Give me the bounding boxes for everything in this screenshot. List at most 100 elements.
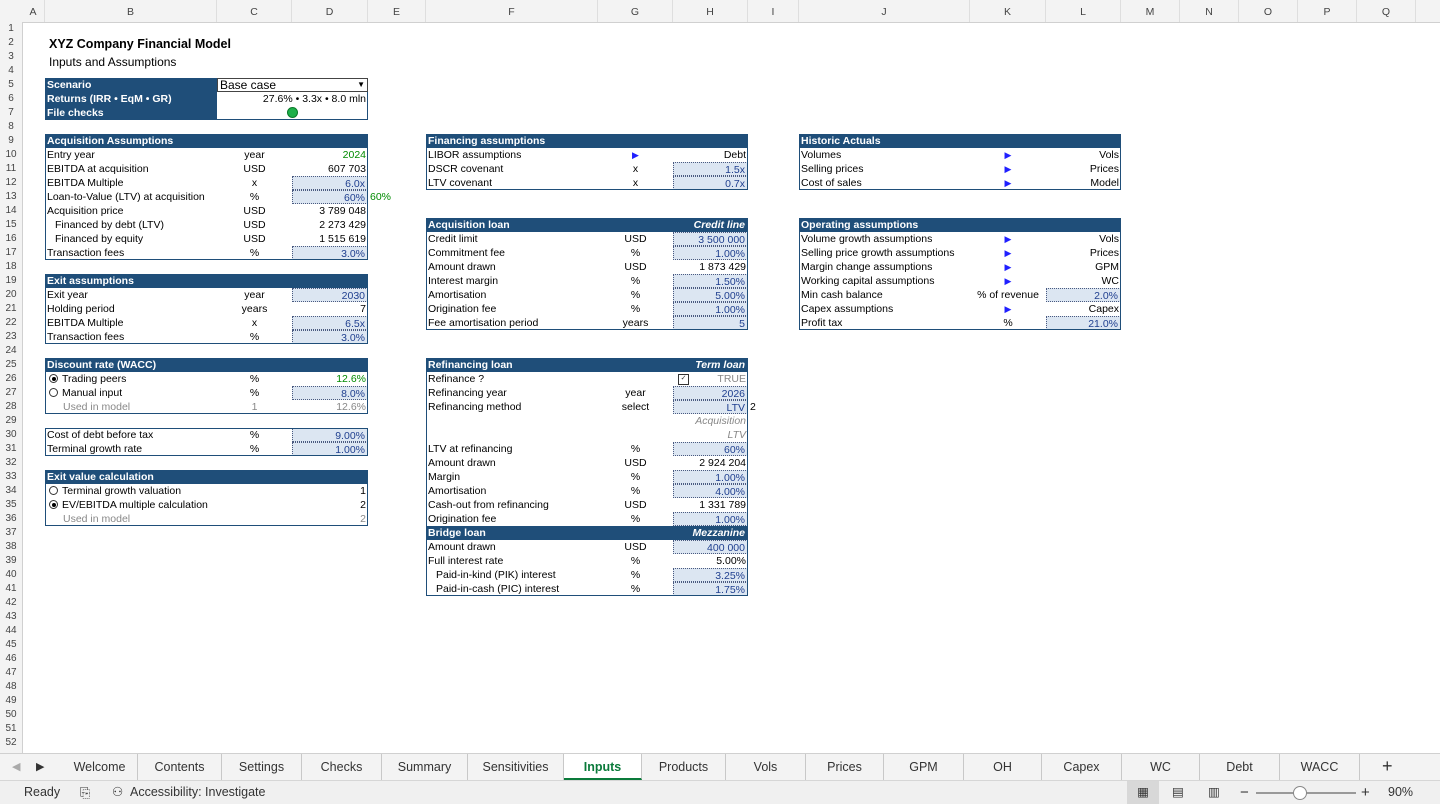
column-header-b[interactable]: B: [45, 0, 217, 22]
column-header-a[interactable]: A: [22, 0, 45, 22]
sheet-tab-settings[interactable]: Settings: [222, 754, 302, 780]
column-header-f[interactable]: F: [426, 0, 598, 22]
column-header-n[interactable]: N: [1180, 0, 1239, 22]
row-header-10[interactable]: 10: [0, 148, 22, 162]
column-header-o[interactable]: O: [1239, 0, 1298, 22]
column-header-p[interactable]: P: [1298, 0, 1357, 22]
sheet-tab-wacc[interactable]: WACC: [1280, 754, 1360, 780]
row-header-25[interactable]: 25: [0, 358, 22, 372]
row-header-1[interactable]: 1: [0, 22, 22, 36]
zoom-in-icon[interactable]: +: [1361, 781, 1370, 804]
row-header-16[interactable]: 16: [0, 232, 22, 246]
row-header-46[interactable]: 46: [0, 652, 22, 666]
file-checks-value[interactable]: [217, 106, 368, 120]
row-header-5[interactable]: 5: [0, 78, 22, 92]
row-header-33[interactable]: 33: [0, 470, 22, 484]
sheet-tab-contents[interactable]: Contents: [138, 754, 222, 780]
column-header-c[interactable]: C: [217, 0, 292, 22]
scroll-left-icon[interactable]: ◀: [12, 760, 20, 773]
row-header-4[interactable]: 4: [0, 64, 22, 78]
accessibility-status[interactable]: Accessibility: Investigate: [130, 781, 265, 804]
zoom-slider-thumb[interactable]: [1293, 786, 1307, 800]
row-header-52[interactable]: 52: [0, 736, 22, 750]
sheet-tab-capex[interactable]: Capex: [1042, 754, 1122, 780]
normal-view-icon[interactable]: ▦: [1127, 781, 1159, 804]
column-header-q[interactable]: Q: [1357, 0, 1416, 22]
column-header-i[interactable]: I: [748, 0, 799, 22]
add-sheet-icon[interactable]: +: [1382, 756, 1393, 777]
row-header-36[interactable]: 36: [0, 512, 22, 526]
row-header-15[interactable]: 15: [0, 218, 22, 232]
row-header-29[interactable]: 29: [0, 414, 22, 428]
row-header-17[interactable]: 17: [0, 246, 22, 260]
row-header-42[interactable]: 42: [0, 596, 22, 610]
row-header-9[interactable]: 9: [0, 134, 22, 148]
sheet-tab-prices[interactable]: Prices: [806, 754, 884, 780]
column-header-l[interactable]: L: [1046, 0, 1121, 22]
row-header-18[interactable]: 18: [0, 260, 22, 274]
sheet-tab-gpm[interactable]: GPM: [884, 754, 964, 780]
page-break-icon[interactable]: ▥: [1208, 781, 1220, 804]
row-header-20[interactable]: 20: [0, 288, 22, 302]
scroll-right-icon[interactable]: ▶: [36, 760, 44, 773]
row-header-38[interactable]: 38: [0, 540, 22, 554]
sheet-tab-summary[interactable]: Summary: [382, 754, 468, 780]
row-header-2[interactable]: 2: [0, 36, 22, 50]
column-header-d[interactable]: D: [292, 0, 368, 22]
row-header-31[interactable]: 31: [0, 442, 22, 456]
sheet-tab-sensitivities[interactable]: Sensitivities: [468, 754, 564, 780]
sheet-tab-vols[interactable]: Vols: [726, 754, 806, 780]
row-header-12[interactable]: 12: [0, 176, 22, 190]
sheet-tab-checks[interactable]: Checks: [302, 754, 382, 780]
row-header-26[interactable]: 26: [0, 372, 22, 386]
row-header-24[interactable]: 24: [0, 344, 22, 358]
zoom-level[interactable]: 90%: [1388, 781, 1413, 804]
row-header-45[interactable]: 45: [0, 638, 22, 652]
row-header-8[interactable]: 8: [0, 120, 22, 134]
row-header-3[interactable]: 3: [0, 50, 22, 64]
accessibility-icon[interactable]: ⚇: [112, 781, 123, 804]
sheet-tab-inputs[interactable]: Inputs: [564, 754, 642, 780]
row-header-30[interactable]: 30: [0, 428, 22, 442]
row-header-22[interactable]: 22: [0, 316, 22, 330]
zoom-out-icon[interactable]: −: [1240, 781, 1249, 804]
row-header-50[interactable]: 50: [0, 708, 22, 722]
row-header-41[interactable]: 41: [0, 582, 22, 596]
row-header-11[interactable]: 11: [0, 162, 22, 176]
sheet-tab-wc[interactable]: WC: [1122, 754, 1200, 780]
row-header-34[interactable]: 34: [0, 484, 22, 498]
row-header-43[interactable]: 43: [0, 610, 22, 624]
row-header-37[interactable]: 37: [0, 526, 22, 540]
row-header-39[interactable]: 39: [0, 554, 22, 568]
page-layout-icon[interactable]: ▤: [1172, 781, 1184, 804]
row-header-21[interactable]: 21: [0, 302, 22, 316]
row-header-44[interactable]: 44: [0, 624, 22, 638]
sheet-tab-oh[interactable]: OH: [964, 754, 1042, 780]
row-header-51[interactable]: 51: [0, 722, 22, 736]
row-header-48[interactable]: 48: [0, 680, 22, 694]
scenario-dropdown[interactable]: Base case ▼: [217, 78, 368, 92]
row-header-28[interactable]: 28: [0, 400, 22, 414]
row-header-19[interactable]: 19: [0, 274, 22, 288]
row-header-47[interactable]: 47: [0, 666, 22, 680]
column-header-k[interactable]: K: [970, 0, 1046, 22]
row-header-6[interactable]: 6: [0, 92, 22, 106]
row-header-14[interactable]: 14: [0, 204, 22, 218]
row-header-32[interactable]: 32: [0, 456, 22, 470]
sheet-tab-welcome[interactable]: Welcome: [62, 754, 138, 780]
column-header-j[interactable]: J: [799, 0, 970, 22]
sheet-tab-debt[interactable]: Debt: [1200, 754, 1280, 780]
column-header-e[interactable]: E: [368, 0, 426, 22]
returns-value[interactable]: 27.6% • 3.3x • 8.0 mln: [217, 92, 368, 106]
chevron-down-icon[interactable]: ▼: [357, 79, 365, 91]
row-header-23[interactable]: 23: [0, 330, 22, 344]
row-header-27[interactable]: 27: [0, 386, 22, 400]
row-header-35[interactable]: 35: [0, 498, 22, 512]
column-header-m[interactable]: M: [1121, 0, 1180, 22]
row-header-49[interactable]: 49: [0, 694, 22, 708]
row-header-40[interactable]: 40: [0, 568, 22, 582]
row-header-7[interactable]: 7: [0, 106, 22, 120]
macro-record-icon[interactable]: ⎘: [80, 781, 90, 804]
row-header-13[interactable]: 13: [0, 190, 22, 204]
worksheet-grid[interactable]: XYZ Company Financial Model Inputs and A…: [22, 22, 1440, 753]
